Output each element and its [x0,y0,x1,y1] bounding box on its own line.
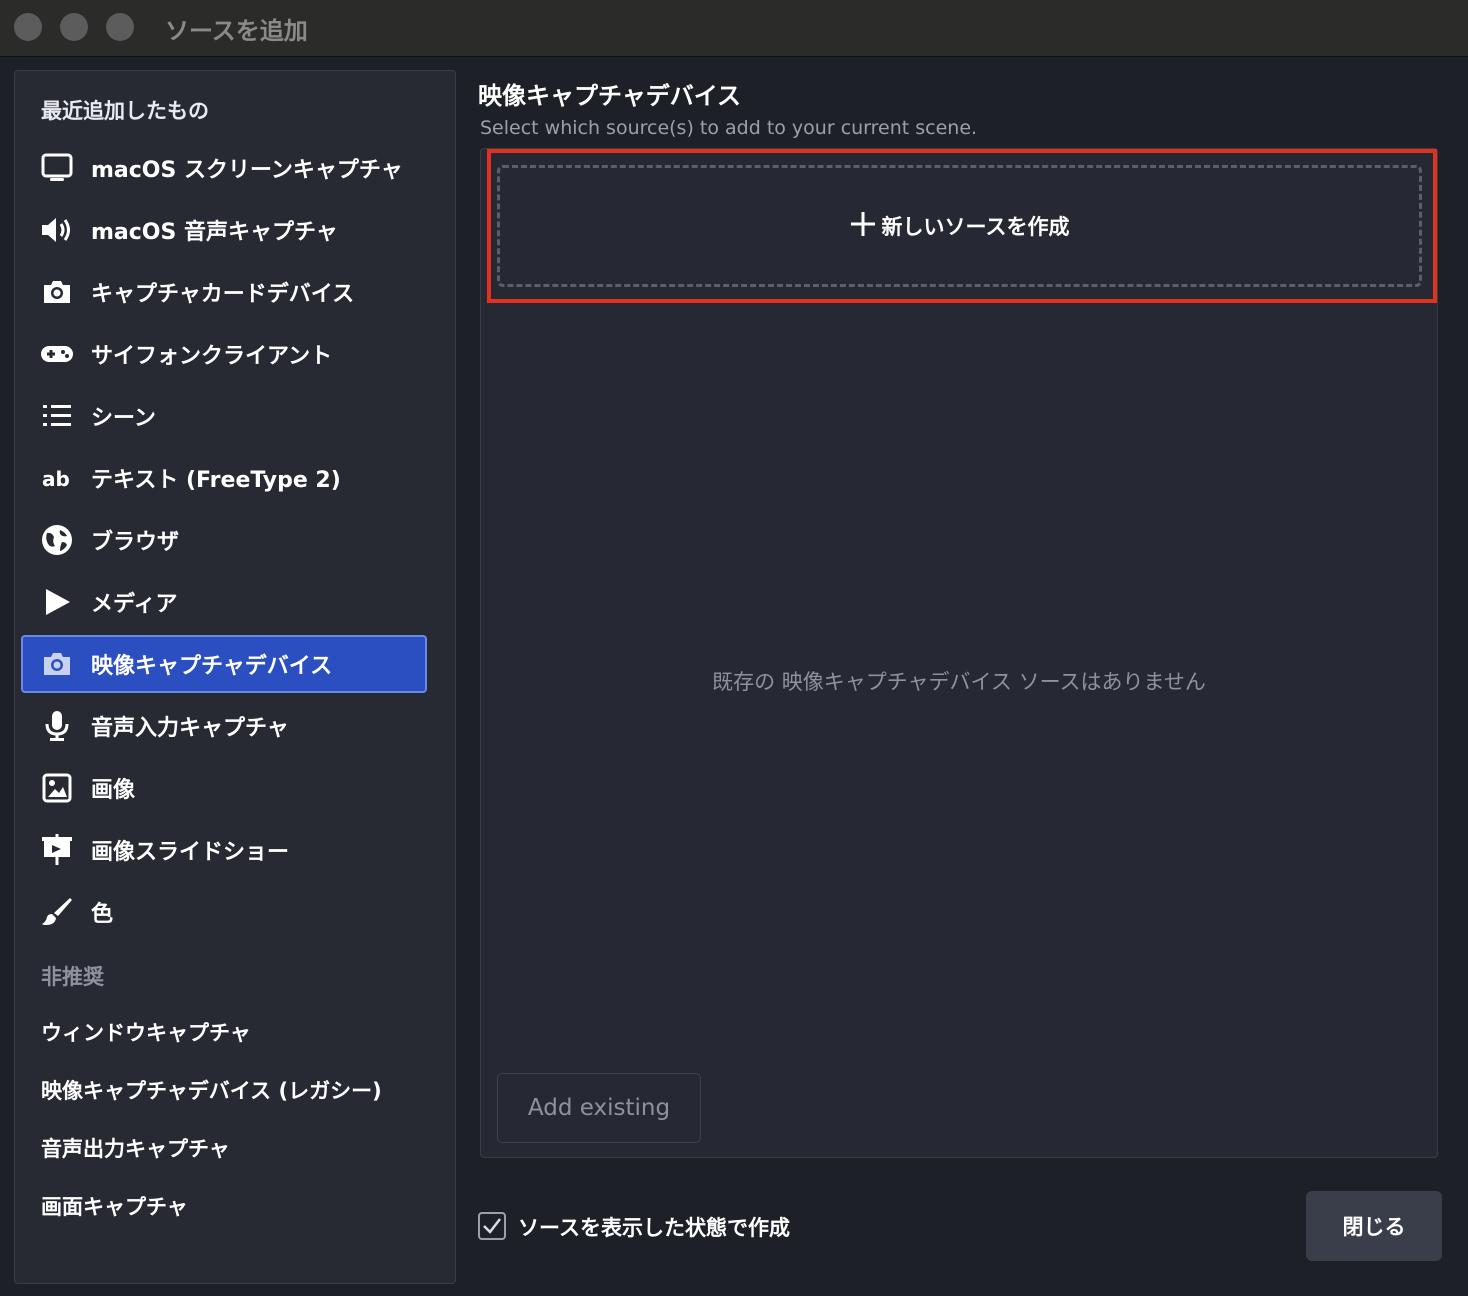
list-icon [39,398,75,434]
source-type-label: メディア [91,592,178,617]
source-type-capture-card[interactable]: キャプチャカードデバイス [21,263,427,321]
source-type-video-capture-device[interactable]: 映像キャプチャデバイス [21,635,427,693]
source-type-media[interactable]: メディア [21,573,427,631]
source-type-label: 画像 [91,778,136,803]
close-button[interactable]: 閉じる [1306,1191,1442,1261]
source-type-label: macOS スクリーンキャプチャ [91,158,403,183]
empty-sources-message: 既存の 映像キャプチャデバイス ソースはありません [712,670,1206,694]
source-type-label: macOS 音声キャプチャ [91,220,338,245]
source-type-list: 最近追加したもの macOS スクリーンキャプチャ macOS 音声キャプチャ … [14,70,456,1284]
source-type-title: 映像キャプチャデバイス [478,82,742,110]
make-visible-checkbox[interactable] [478,1212,506,1240]
microphone-icon [39,708,75,744]
svg-text:ab: ab [42,467,70,490]
brush-icon [39,894,75,930]
minimize-window-button[interactable] [60,13,88,41]
source-type-label: ブラウザ [91,530,180,555]
source-type-macos-audio-capture[interactable]: macOS 音声キャプチャ [21,201,427,259]
zoom-window-button[interactable] [106,13,134,41]
add-source-dialog: ソースを追加 最近追加したもの macOS スクリーンキャプチャ macOS 音… [0,0,1468,1296]
source-type-label: 画像スライドショー [91,840,290,865]
image-icon [39,770,75,806]
source-type-label: キャプチャカードデバイス [91,282,355,307]
source-type-image[interactable]: 画像 [21,759,427,817]
make-visible-label[interactable]: ソースを表示した状態で作成 [518,1212,790,1242]
source-type-image-slideshow[interactable]: 画像スライドショー [21,821,427,879]
camera-icon [39,646,75,682]
deprecated-section-header: 非推奨 [41,965,104,989]
checkmark-icon [483,1218,501,1234]
source-type-macos-screen-capture[interactable]: macOS スクリーンキャプチャ [21,139,427,197]
highlight-annotation [487,149,1437,303]
source-type-browser[interactable]: ブラウザ [21,511,427,569]
source-type-syphon-client[interactable]: サイフォンクライアント [21,325,427,383]
source-type-label: テキスト (FreeType 2) [91,468,341,493]
deprecated-audio-output-capture[interactable]: 音声出力キャプチャ [41,1133,230,1163]
text-icon: ab [39,460,75,496]
source-type-audio-input-capture[interactable]: 音声入力キャプチャ [21,697,427,755]
monitor-icon [39,150,75,186]
deprecated-window-capture[interactable]: ウィンドウキャプチャ [41,1017,251,1047]
source-type-text[interactable]: ab テキスト (FreeType 2) [21,449,427,507]
gamepad-icon [39,336,75,372]
source-type-label: サイフォンクライアント [91,344,333,369]
source-type-scene[interactable]: シーン [21,387,427,445]
close-window-button[interactable] [14,13,42,41]
deprecated-video-capture-legacy[interactable]: 映像キャプチャデバイス (レガシー) [41,1075,382,1105]
source-type-subtitle: Select which source(s) to add to your cu… [480,117,978,139]
source-type-label: 映像キャプチャデバイス [91,654,333,679]
source-type-color[interactable]: 色 [21,883,427,941]
source-type-label: 音声入力キャプチャ [91,716,289,741]
add-existing-button[interactable]: Add existing [497,1073,701,1143]
speaker-icon [39,212,75,248]
recent-section-header: 最近追加したもの [41,99,209,123]
source-type-label: 色 [91,902,114,927]
deprecated-display-capture[interactable]: 画面キャプチャ [41,1191,188,1221]
source-type-label: シーン [91,406,156,431]
play-icon [39,584,75,620]
camera-icon [39,274,75,310]
slideshow-icon [39,832,75,868]
window-title: ソースを追加 [165,17,308,45]
globe-icon [39,522,75,558]
titlebar: ソースを追加 [0,0,1468,57]
